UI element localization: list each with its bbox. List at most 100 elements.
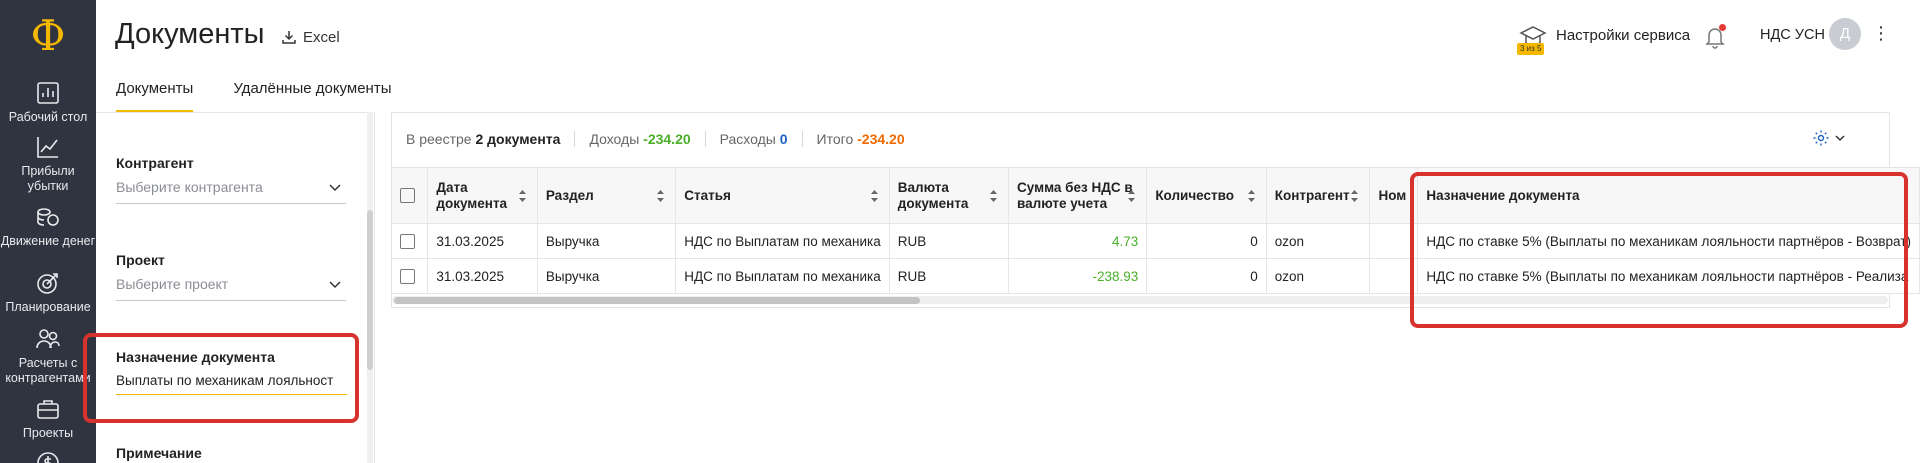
select-all-checkbox[interactable]: [400, 188, 415, 204]
column-header-counterparty[interactable]: Контрагент: [1266, 167, 1371, 224]
cell-counterparty: ozon: [1266, 258, 1371, 294]
row-checkbox[interactable]: [400, 233, 415, 249]
dashboard-icon: [37, 82, 59, 104]
service-badge: 3 из 5: [1517, 43, 1545, 55]
purpose-input[interactable]: Выплаты по механикам лояльност: [116, 373, 347, 395]
cell-date: 31.03.2025: [427, 223, 538, 259]
column-label: Валюта документа: [897, 179, 969, 211]
sidebar-item-label: Движение денег: [0, 234, 96, 248]
column-label: Контрагент: [1274, 187, 1350, 203]
cell-section: Выручка: [537, 258, 677, 294]
sidebar-item-counterparties[interactable]: Расчеты с контрагентами: [0, 326, 96, 386]
cell-counterparty: ozon: [1266, 223, 1371, 259]
cell-quantity: 0: [1146, 258, 1267, 294]
app-root: Ф Рабочий стол Прибыли убытки Движение д…: [0, 0, 1920, 463]
sidebar-item-label: Планирование: [5, 300, 91, 314]
column-header-date[interactable]: Дата документа: [427, 167, 538, 224]
sort-icon: [1128, 190, 1136, 202]
chevron-down-icon: [1835, 135, 1845, 142]
notification-dot: [1719, 24, 1726, 31]
sort-icon: [990, 190, 998, 202]
row-select-cell: [392, 258, 429, 294]
sort-icon: [870, 190, 878, 202]
expense-value: 0: [779, 131, 788, 147]
counterparty-select[interactable]: Выберите контрагента: [116, 179, 346, 204]
sidebar-item-projects[interactable]: Проекты: [0, 396, 96, 441]
tab-documents[interactable]: Документы: [96, 72, 213, 112]
logo[interactable]: Ф: [0, 12, 96, 60]
counterparty-filter: Контрагент Выберите контрагента: [116, 155, 346, 204]
project-placeholder: Выберите проект: [116, 276, 229, 292]
total-value: -234.20: [857, 131, 905, 147]
excel-export-button[interactable]: Excel: [281, 26, 340, 48]
column-label: Статья: [684, 187, 731, 203]
cell-article: НДС по Выплатам по механика: [675, 258, 890, 294]
sort-icon: [1351, 190, 1359, 202]
income-value: -234.20: [643, 131, 691, 147]
registry-summary: В реестре 2 документа Доходы -234.20 Рас…: [406, 131, 905, 147]
sidebar-item-planning[interactable]: Планирование: [0, 270, 96, 315]
table-scrollbar-thumb[interactable]: [394, 297, 920, 304]
sidebar-item-money-flow[interactable]: Движение денег: [0, 204, 96, 249]
sort-icon: [518, 190, 526, 202]
row-checkbox[interactable]: [400, 268, 415, 284]
chevron-down-icon: [329, 184, 341, 192]
sidebar-item-dashboard[interactable]: Рабочий стол: [0, 80, 96, 125]
counterparties-icon: [36, 329, 60, 349]
service-settings-link[interactable]: Настройки сервиса: [1556, 27, 1690, 44]
column-header-section[interactable]: Раздел: [537, 167, 677, 224]
counterparty-placeholder: Выберите контрагента: [116, 179, 263, 195]
sort-icon: [657, 190, 665, 202]
purpose-label: Назначение документа: [116, 349, 275, 365]
cell-amount: 4.73: [1008, 223, 1148, 259]
column-header-quantity[interactable]: Количество: [1146, 167, 1267, 224]
note-label: Примечание: [116, 445, 202, 461]
select-all-cell: [392, 167, 429, 224]
sidebar-item-profit[interactable]: Прибыли убытки: [0, 134, 96, 194]
cell-article: НДС по Выплатам по механика: [675, 223, 890, 259]
dollar-icon[interactable]: [35, 450, 61, 463]
gear-icon: [1813, 130, 1829, 146]
avatar[interactable]: Д: [1829, 18, 1861, 50]
purpose-filter: Назначение документа Выплаты по механика…: [116, 349, 347, 395]
cell-currency: RUB: [889, 223, 1010, 259]
more-menu-icon[interactable]: ⋮: [1872, 24, 1890, 42]
column-label: Дата документа: [436, 179, 508, 211]
project-label: Проект: [116, 252, 165, 268]
row-select-cell: [392, 223, 429, 259]
divider: [801, 131, 803, 147]
project-filter: Проект Выберите проект: [116, 252, 346, 301]
sidebar-item-label: Прибыли убытки: [21, 164, 75, 193]
sidebar-item-label: Расчеты с контрагентами: [5, 356, 91, 385]
divider: [574, 131, 576, 147]
total-label: Итого: [816, 131, 854, 147]
income-label: Доходы: [589, 131, 640, 147]
sort-icon: [1247, 190, 1255, 202]
cell-amount: -238.93: [1008, 258, 1148, 294]
page-title: Документы: [115, 18, 265, 50]
sidebar: Ф Рабочий стол Прибыли убытки Движение д…: [0, 0, 96, 463]
cell-currency: RUB: [889, 258, 1010, 294]
column-header-article[interactable]: Статья: [675, 167, 890, 224]
note-filter: Примечание: [116, 445, 346, 463]
column-header-currency[interactable]: Валюта документа: [889, 167, 1010, 224]
tab-deleted-documents[interactable]: Удалённые документы: [213, 72, 411, 112]
divider: [704, 131, 706, 147]
money-flow-icon: [37, 208, 59, 226]
column-settings-button[interactable]: [1812, 128, 1848, 148]
counterparty-label: Контрагент: [116, 155, 194, 171]
purpose-column-highlight: [1410, 172, 1908, 328]
column-label: Ном: [1378, 187, 1407, 203]
excel-label: Excel: [303, 28, 340, 46]
tab-bar: Документы Удалённые документы: [96, 72, 411, 112]
filter-scrollbar-thumb[interactable]: [367, 210, 373, 370]
profit-chart-icon: [37, 137, 58, 158]
column-header-amount[interactable]: Сумма без НДС в валюте учета: [1008, 167, 1148, 224]
panel-divider: [374, 112, 375, 463]
briefcase-icon: [37, 400, 59, 419]
column-label: Количество: [1155, 187, 1234, 203]
sidebar-item-label: Рабочий стол: [8, 110, 88, 124]
org-selector[interactable]: НДС УСН: [1760, 27, 1825, 43]
expense-label: Расходы: [719, 131, 776, 147]
project-select[interactable]: Выберите проект: [116, 276, 346, 301]
